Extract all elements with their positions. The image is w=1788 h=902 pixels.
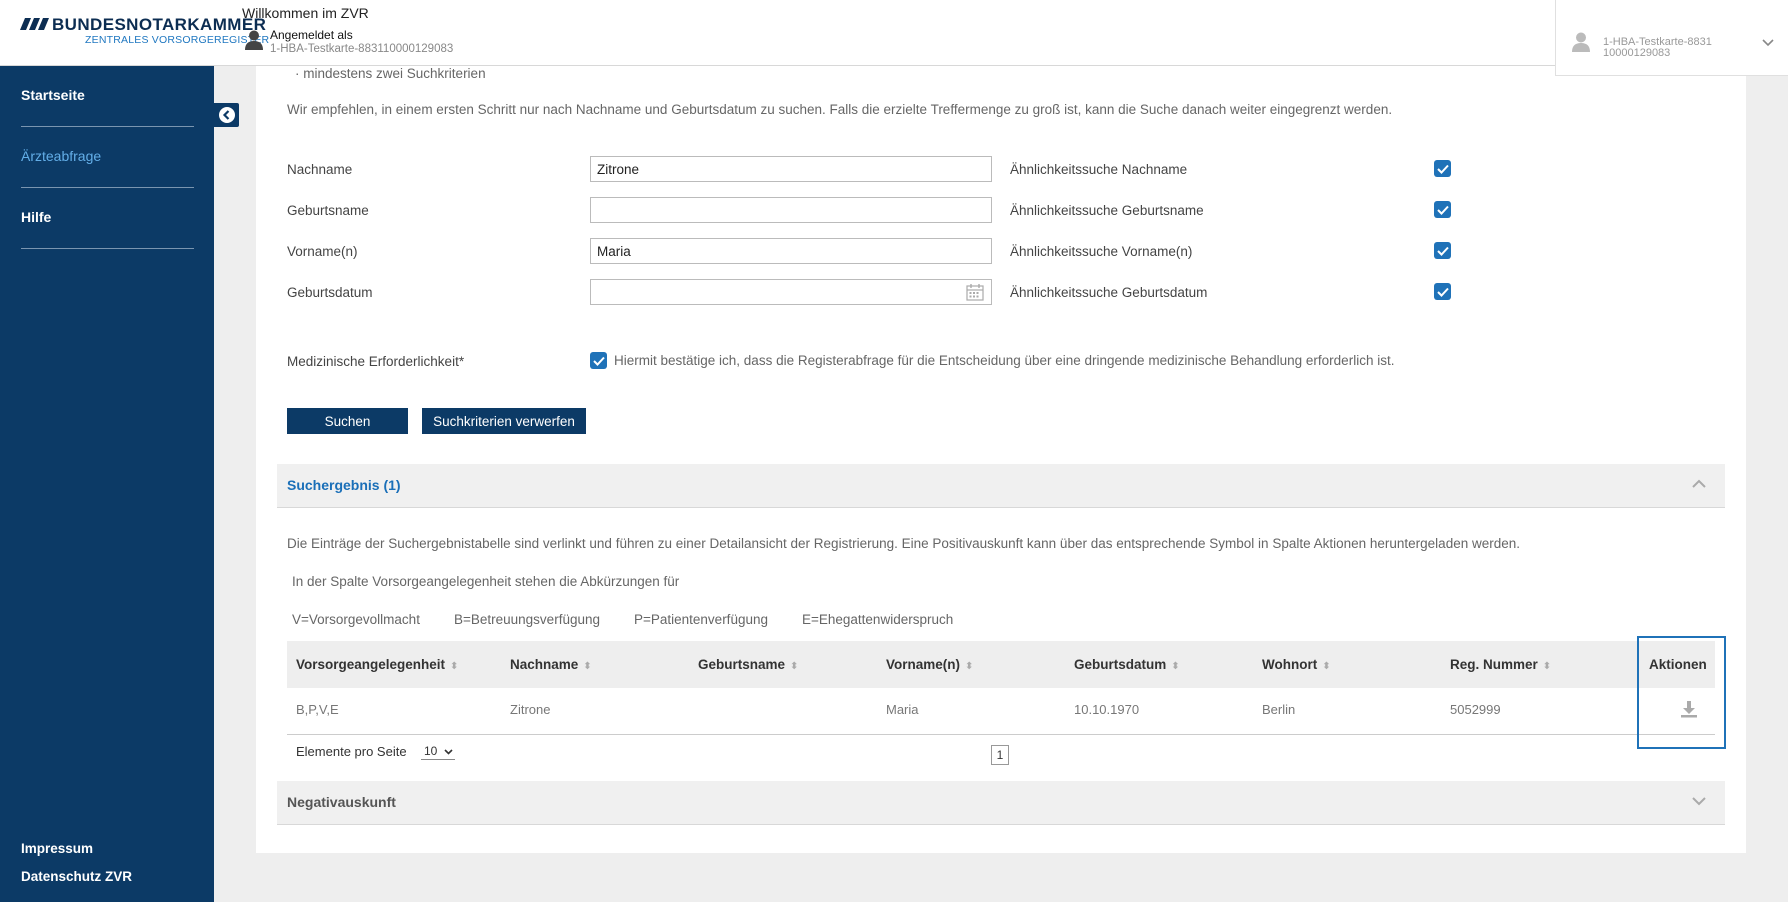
calendar-icon[interactable] <box>966 283 984 301</box>
logo-stripes-icon <box>20 18 49 30</box>
vorname-label: Vorname(n) <box>287 244 358 259</box>
negative-section-header[interactable]: Negativauskunft <box>277 781 1725 825</box>
table-row-vorname[interactable]: Maria <box>886 702 919 717</box>
per-page-select[interactable]: 10 <box>421 744 455 760</box>
per-page-value: 10 <box>424 744 438 758</box>
similarity-geburtsname-checkbox[interactable] <box>1434 201 1451 218</box>
col-regnummer-label: Reg. Nummer <box>1450 657 1538 672</box>
main-content: · mindestens zwei Suchkriterien Wir empf… <box>256 66 1746 853</box>
search-recommendation: Wir empfehlen, in einem ersten Schritt n… <box>287 102 1393 117</box>
results-table-header: Vorsorgeangelegenheit ⬍ Nachname ⬍ Geburts… <box>287 641 1715 688</box>
col-geburtsname[interactable]: Geburtsname ⬍ <box>698 657 798 672</box>
geburtsname-input[interactable] <box>590 197 992 223</box>
checkmark-icon <box>1436 246 1449 256</box>
medical-confirm-checkbox[interactable] <box>590 352 607 369</box>
logged-in-label: Angemeldet als <box>270 28 353 42</box>
sort-icon: ⬍ <box>1542 661 1552 672</box>
sidebar-item-hilfe[interactable]: Hilfe <box>21 188 194 249</box>
chevron-down-icon <box>444 749 453 755</box>
sidebar-item-aerzteabfrage[interactable]: Ärzteabfrage <box>21 127 194 188</box>
col-wohnort[interactable]: Wohnort ⬍ <box>1262 657 1331 672</box>
table-row-nachname[interactable]: Zitrone <box>510 702 550 717</box>
checkmark-icon <box>1436 287 1449 297</box>
results-section-header[interactable]: Suchergebnis (1) <box>277 464 1725 508</box>
sidebar: Startseite Ärzteabfrage Hilfe Impressum … <box>0 66 214 902</box>
geburtsdatum-label: Geburtsdatum <box>287 285 373 300</box>
similarity-geburtsdatum-checkbox[interactable] <box>1434 283 1451 300</box>
table-row-geburtsdatum[interactable]: 10.10.1970 <box>1074 702 1139 717</box>
page-button-1[interactable]: 1 <box>991 745 1009 765</box>
table-row-wohnort[interactable]: Berlin <box>1262 702 1295 717</box>
geburtsname-label: Geburtsname <box>287 203 369 218</box>
reset-criteria-button[interactable]: Suchkriterien verwerfen <box>422 408 586 434</box>
header: BUNDESNOTARKAMMER ZENTRALES VORSORGEREGI… <box>0 0 1788 66</box>
col-geburtsdatum[interactable]: Geburtsdatum ⬍ <box>1074 657 1180 672</box>
abbrev-e: E=Ehegattenwiderspruch <box>802 612 954 627</box>
user-menu-text: 1-HBA-Testkarte-883110000129083 <box>1603 36 1712 59</box>
chevron-left-circle-icon <box>218 107 235 123</box>
col-nachname-label: Nachname <box>510 657 579 672</box>
abbrev-v: V=Vorsorgevollmacht <box>292 612 420 627</box>
results-info-text: Die Einträge der Suchergebnistabelle sin… <box>287 536 1520 551</box>
geburtsdatum-input[interactable] <box>590 279 992 305</box>
row-divider <box>287 734 1715 735</box>
hint-bullet: · mindestens zwei Suchkriterien <box>295 66 486 81</box>
similarity-geburtsname-label: Ähnlichkeitssuche Geburtsname <box>1010 203 1204 218</box>
checkmark-icon <box>1436 164 1449 174</box>
col-wohnort-label: Wohnort <box>1262 657 1318 672</box>
medical-necessity-label: Medizinische Erforderlichkeit* <box>287 354 465 369</box>
chevron-up-icon <box>1692 479 1706 488</box>
col-vorname[interactable]: Vorname(n) ⬍ <box>886 657 973 672</box>
table-row-vorsorge[interactable]: B,P,V,E <box>296 702 339 717</box>
similarity-nachname-label: Ähnlichkeitssuche Nachname <box>1010 162 1188 177</box>
col-geburtsdatum-label: Geburtsdatum <box>1074 657 1167 672</box>
logo-main-text: BUNDESNOTARKAMMER <box>52 15 267 34</box>
col-vorname-label: Vorname(n) <box>886 657 961 672</box>
sort-icon: ⬍ <box>965 661 974 672</box>
logged-in-user-id: 1-HBA-Testkarte-883110000129083 <box>270 43 454 55</box>
datenschutz-link[interactable]: Datenschutz ZVR <box>21 869 132 884</box>
nachname-label: Nachname <box>287 162 353 177</box>
user-menu-avatar-icon <box>1572 32 1590 52</box>
sort-icon: ⬍ <box>1171 661 1180 672</box>
search-button[interactable]: Suchen <box>287 408 408 434</box>
similarity-vorname-label: Ähnlichkeitssuche Vorname(n) <box>1010 244 1193 259</box>
abbrev-b: B=Betreuungsverfügung <box>454 612 600 627</box>
similarity-vorname-checkbox[interactable] <box>1434 242 1451 259</box>
per-page-label: Elemente pro Seite <box>296 744 407 759</box>
table-row-regnummer[interactable]: 5052999 <box>1450 702 1501 717</box>
similarity-nachname-checkbox[interactable] <box>1434 160 1451 177</box>
results-section-title: Suchergebnis (1) <box>287 477 401 493</box>
vorname-input[interactable] <box>590 238 992 264</box>
nachname-input[interactable] <box>590 156 992 182</box>
sort-icon: ⬍ <box>450 661 459 672</box>
user-icon <box>245 30 263 50</box>
similarity-geburtsdatum-label: Ähnlichkeitssuche Geburtsdatum <box>1010 285 1208 300</box>
abbrev-intro-text: In der Spalte Vorsorgeangelegenheit steh… <box>292 574 680 589</box>
col-regnummer[interactable]: Reg. Nummer ⬍ <box>1450 657 1551 672</box>
abbrev-p: P=Patientenverfügung <box>634 612 768 627</box>
logo-sub-text: ZENTRALES VORSORGEREGISTER <box>85 34 270 46</box>
chevron-down-icon <box>1692 797 1706 806</box>
checkmark-icon <box>1436 205 1449 215</box>
sort-icon: ⬍ <box>1322 661 1331 672</box>
col-geburtsname-label: Geburtsname <box>698 657 786 672</box>
sort-icon: ⬍ <box>583 661 592 672</box>
medical-confirm-text: Hiermit bestätige ich, dass die Register… <box>614 353 1395 368</box>
negative-section-title: Negativauskunft <box>287 794 396 810</box>
aktionen-column-highlight <box>1637 636 1726 749</box>
sort-icon: ⬍ <box>790 661 799 672</box>
sidebar-item-startseite[interactable]: Startseite <box>21 66 194 127</box>
col-vorsorge-label: Vorsorgeangelegenheit <box>296 657 446 672</box>
chevron-down-icon <box>1762 39 1774 47</box>
welcome-text: Willkommen im ZVR <box>242 5 369 21</box>
user-menu-dropdown[interactable]: 1-HBA-Testkarte-883110000129083 <box>1555 0 1788 76</box>
sidebar-collapse-button[interactable] <box>214 103 239 127</box>
col-nachname[interactable]: Nachname ⬍ <box>510 657 592 672</box>
checkmark-icon <box>592 356 605 366</box>
impressum-link[interactable]: Impressum <box>21 841 93 856</box>
col-vorsorge[interactable]: Vorsorgeangelegenheit ⬍ <box>296 657 458 672</box>
